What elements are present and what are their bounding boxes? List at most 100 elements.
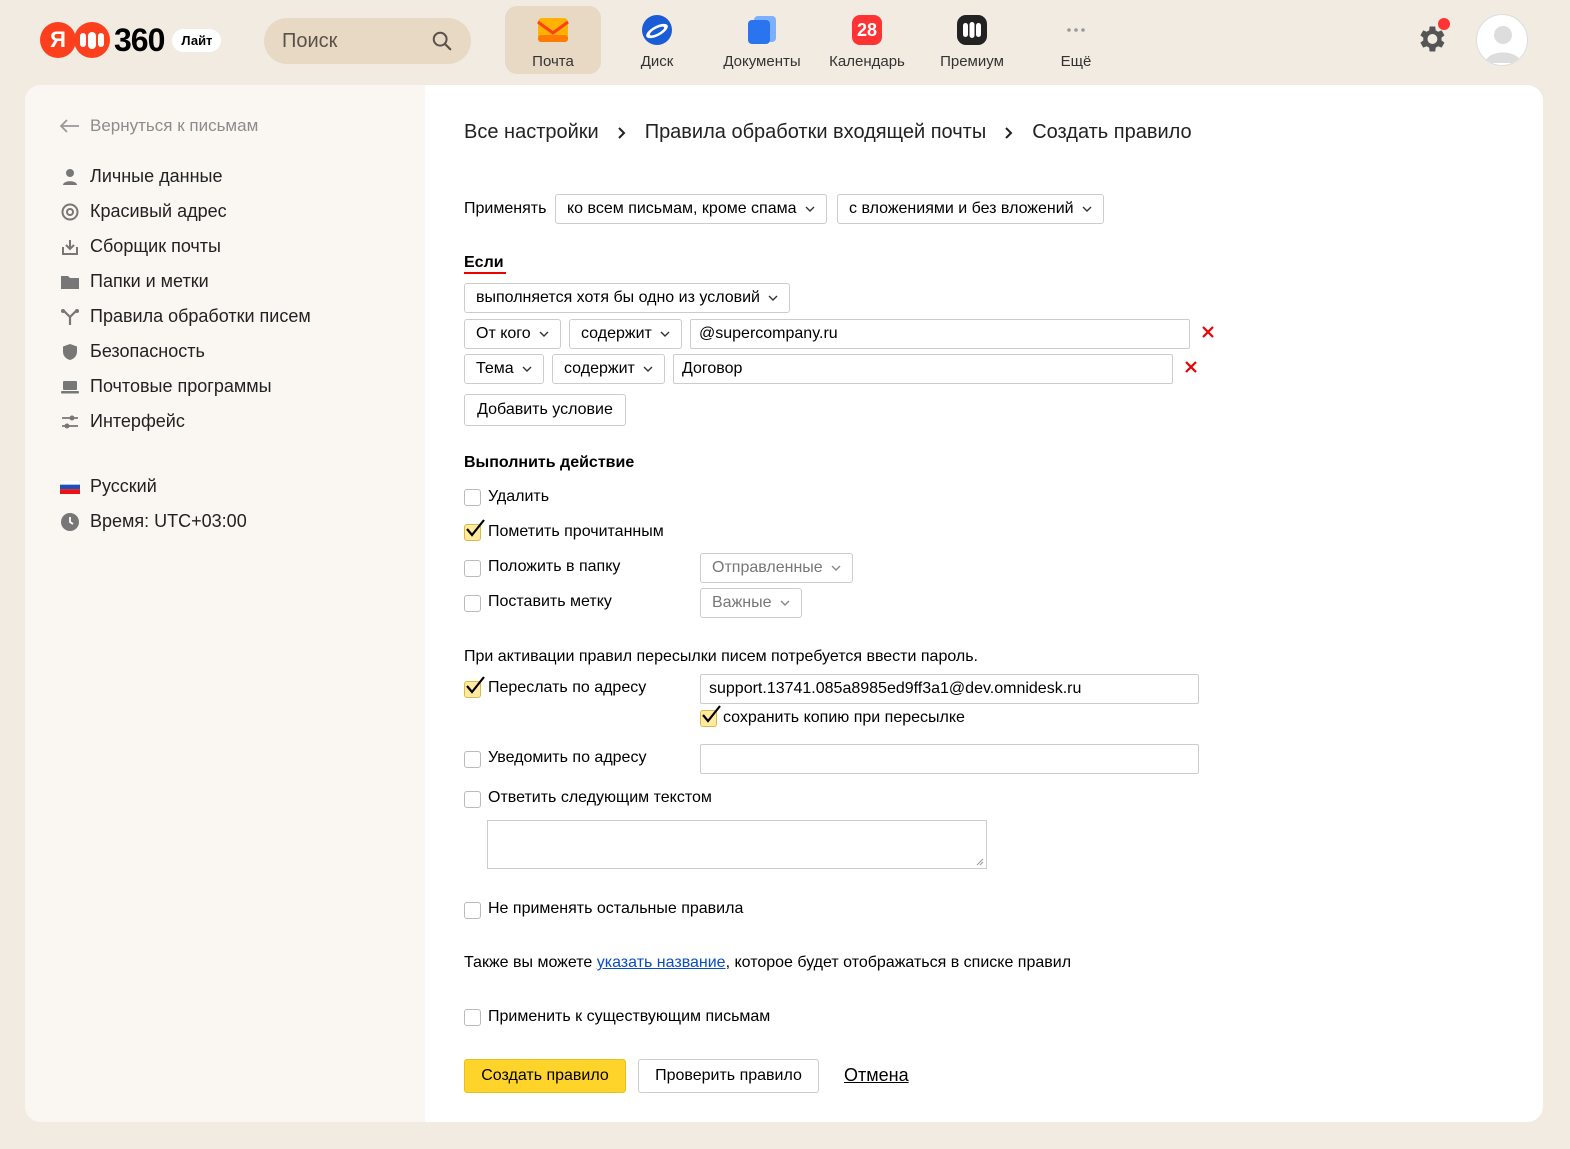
search-icon: [432, 31, 452, 51]
sliders-icon: [60, 412, 80, 432]
set-rule-name-link[interactable]: указать название: [597, 954, 726, 971]
chevron-down-icon: [539, 331, 549, 337]
forward-address-input[interactable]: support.13741.085a8985ed9ff3a1@dev.omnid…: [700, 674, 1199, 704]
chevron-right-icon: [617, 126, 626, 139]
service-premium[interactable]: Премиум: [924, 6, 1020, 74]
sidebar-item-label: Красивый адрес: [90, 201, 227, 221]
language-selector[interactable]: Русский: [60, 476, 157, 497]
settings-card: Вернуться к письмам Личные данные Красив…: [25, 85, 1543, 1122]
premium-icon: [956, 14, 988, 46]
apply-label: Применять: [464, 200, 547, 217]
remove-condition-icon[interactable]: [1184, 360, 1198, 374]
search-input[interactable]: Поиск: [264, 18, 471, 64]
mark-read-label: Пометить прочитанным: [488, 523, 664, 540]
yandex-360-logo[interactable]: Я 360 Лайт: [40, 22, 222, 58]
sidebar-item-rules[interactable]: Правила обработки писем: [60, 306, 311, 327]
resize-handle-icon[interactable]: [974, 856, 984, 866]
label-select[interactable]: Важные: [700, 588, 802, 618]
reply-label: Ответить следующим текстом: [488, 789, 712, 806]
service-label: Календарь: [829, 53, 905, 70]
delete-label: Удалить: [488, 488, 550, 505]
folder-icon: [60, 272, 80, 292]
sidebar-item-collector[interactable]: Сборщик почты: [60, 236, 221, 257]
notify-checkbox[interactable]: [464, 751, 481, 768]
rule-form: Все настройки Правила обработки входящей…: [464, 85, 1543, 1122]
logo-ya: Я: [40, 22, 76, 58]
top-bar: Я 360 Лайт Поиск Почта Диск Документы 28…: [0, 0, 1570, 84]
delete-checkbox[interactable]: [464, 489, 481, 506]
set-label-label: Поставить метку: [488, 593, 612, 610]
service-more[interactable]: Ещё: [1028, 6, 1124, 74]
sidebar-item-personal[interactable]: Личные данные: [60, 166, 222, 187]
arrow-left-icon: [60, 119, 79, 133]
keep-copy-label: сохранить копию при пересылке: [723, 709, 965, 726]
remove-condition-icon[interactable]: [1201, 325, 1215, 339]
sidebar-item-security[interactable]: Безопасность: [60, 341, 205, 362]
service-documents[interactable]: Документы: [714, 6, 810, 74]
if-heading-underline: [464, 272, 506, 274]
add-condition-button[interactable]: Добавить условие: [464, 394, 626, 426]
checkmark-icon: [702, 705, 721, 723]
apply-existing-checkbox[interactable]: [464, 1009, 481, 1026]
condition-mode-select[interactable]: выполняется хотя бы одно из условий: [464, 283, 790, 313]
sidebar-item-folders[interactable]: Папки и метки: [60, 271, 209, 292]
sidebar-item-label: Папки и метки: [90, 271, 209, 291]
notification-dot: [1438, 18, 1450, 30]
laptop-icon: [60, 377, 80, 397]
avatar[interactable]: [1476, 14, 1528, 66]
service-mail[interactable]: Почта: [505, 6, 601, 74]
forward-note: При активации правил пересылки писем пот…: [464, 648, 978, 665]
condition-value-input[interactable]: Договор: [673, 354, 1173, 384]
notify-label: Уведомить по адресу: [488, 749, 647, 766]
condition-field-select[interactable]: Тема: [464, 354, 544, 384]
documents-icon: [746, 14, 778, 46]
checkmark-icon: [466, 676, 485, 694]
reply-checkbox[interactable]: [464, 791, 481, 808]
stop-rules-label: Не применять остальные правила: [488, 900, 744, 917]
logo-360: 360: [114, 22, 165, 58]
breadcrumb-all-settings[interactable]: Все настройки: [464, 121, 599, 144]
apply-scope-select[interactable]: ко всем письмам, кроме спама: [555, 194, 827, 224]
notify-address-input[interactable]: [700, 744, 1199, 774]
at-icon: [60, 202, 80, 222]
rule-name-hint-after: , которое будет отображаться в списке пр…: [725, 954, 1072, 971]
back-label: Вернуться к письмам: [90, 116, 259, 135]
condition-operator-select[interactable]: содержит: [552, 354, 665, 384]
sidebar-item-mail-programs[interactable]: Почтовые программы: [60, 376, 272, 397]
lite-badge: Лайт: [172, 28, 222, 52]
condition-operator-value: содержит: [564, 360, 635, 377]
back-to-mail-link[interactable]: Вернуться к письмам: [60, 116, 258, 136]
folder-select[interactable]: Отправленные: [700, 553, 853, 583]
apply-attachments-value: с вложениями и без вложений: [849, 200, 1074, 217]
move-folder-checkbox[interactable]: [464, 560, 481, 577]
apply-attachments-select[interactable]: с вложениями и без вложений: [837, 194, 1104, 224]
chevron-down-icon: [768, 295, 778, 301]
timezone-label: Время: UTC+03:00: [90, 511, 247, 531]
russia-flag-icon: [60, 477, 80, 497]
reply-text-area[interactable]: [487, 820, 987, 869]
sidebar-item-label: Безопасность: [90, 341, 205, 361]
timezone-selector[interactable]: Время: UTC+03:00: [60, 511, 247, 532]
test-rule-button[interactable]: Проверить правило: [638, 1059, 819, 1093]
service-label: Почта: [532, 53, 574, 70]
service-label: Премиум: [940, 53, 1004, 70]
condition-value-input[interactable]: @supercompany.ru: [690, 319, 1190, 349]
sidebar-item-label: Личные данные: [90, 166, 223, 186]
forward-label: Переслать по адресу: [488, 679, 647, 696]
breadcrumb-rules[interactable]: Правила обработки входящей почты: [645, 121, 987, 144]
cancel-link[interactable]: Отмена: [844, 1065, 909, 1086]
stop-rules-checkbox[interactable]: [464, 902, 481, 919]
condition-operator-select[interactable]: содержит: [569, 319, 682, 349]
condition-field-select[interactable]: От кого: [464, 319, 561, 349]
sidebar-item-interface[interactable]: Интерфейс: [60, 411, 185, 432]
rule-name-hint-before: Также вы можете: [464, 954, 597, 971]
service-calendar[interactable]: 28 Календарь: [819, 6, 915, 74]
disk-icon: [641, 14, 673, 46]
condition-field-value: Тема: [476, 360, 514, 377]
create-rule-button[interactable]: Создать правило: [464, 1059, 626, 1093]
service-disk[interactable]: Диск: [609, 6, 705, 74]
clock-icon: [60, 512, 80, 532]
chevron-down-icon: [831, 565, 841, 571]
set-label-checkbox[interactable]: [464, 595, 481, 612]
sidebar-item-address[interactable]: Красивый адрес: [60, 201, 227, 222]
